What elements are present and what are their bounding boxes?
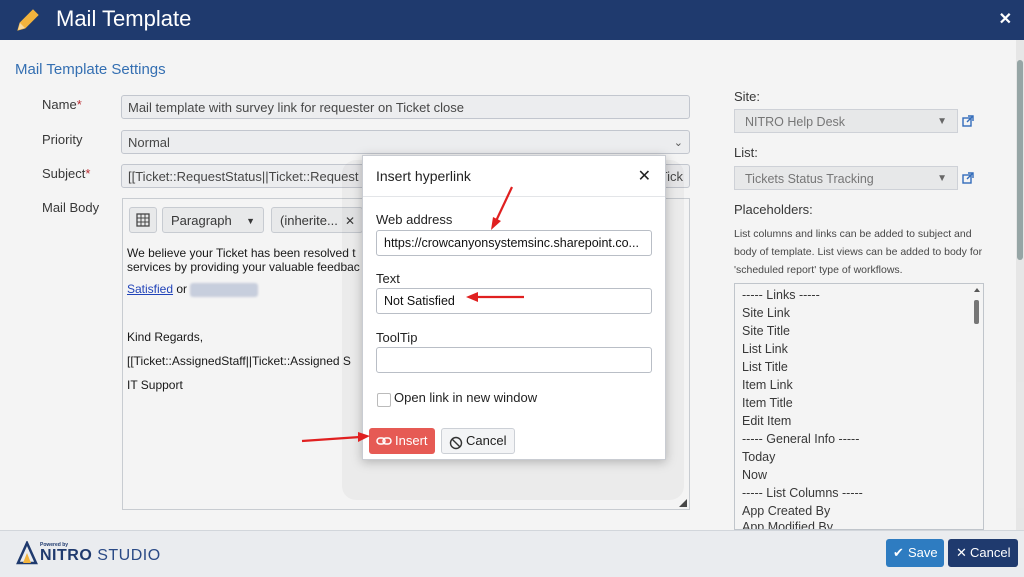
- footer: Powered by NITRO STUDIO ✔ Save ✕ Cancel: [0, 530, 1024, 577]
- insert-button[interactable]: Insert: [369, 428, 435, 454]
- cancel-label: Cancel: [970, 545, 1011, 560]
- dialog-close-icon[interactable]: ✕: [638, 166, 651, 186]
- nitro-logo-icon: [16, 539, 38, 570]
- cancel-label: Cancel: [466, 433, 507, 448]
- ban-icon: [449, 434, 463, 458]
- new-window-label: Open link in new window: [394, 390, 538, 405]
- window-close-icon[interactable]: ✕: [999, 9, 1012, 29]
- insert-label: Insert: [395, 433, 428, 448]
- insert-hyperlink-dialog: Insert hyperlink ✕ Web address https://c…: [362, 155, 666, 460]
- title-bar: Mail Template ✕: [0, 0, 1024, 40]
- web-address-label: Web address: [376, 212, 453, 227]
- close-icon: ✕: [956, 545, 967, 560]
- dialog-cancel-button[interactable]: Cancel: [441, 428, 515, 454]
- save-label: Save: [908, 545, 938, 560]
- new-window-checkbox[interactable]: [377, 393, 391, 407]
- text-label: Text: [376, 271, 400, 286]
- tooltip-label: ToolTip: [376, 330, 418, 345]
- check-icon: ✔: [893, 545, 904, 560]
- web-address-input[interactable]: https://crowcanyonsystemsinc.sharepoint.…: [376, 230, 652, 256]
- cancel-button[interactable]: ✕ Cancel: [948, 539, 1018, 567]
- window-title: Mail Template: [56, 6, 192, 31]
- save-button[interactable]: ✔ Save: [886, 539, 944, 567]
- link-icon: [376, 428, 392, 463]
- dialog-title: Insert hyperlink: [376, 168, 471, 184]
- link-text-input[interactable]: Not Satisfied: [376, 288, 652, 314]
- brand-name: NITRO STUDIO: [40, 547, 161, 564]
- pencil-icon: [14, 6, 42, 39]
- dialog-header: Insert hyperlink ✕: [363, 156, 665, 197]
- tooltip-input[interactable]: [376, 347, 652, 373]
